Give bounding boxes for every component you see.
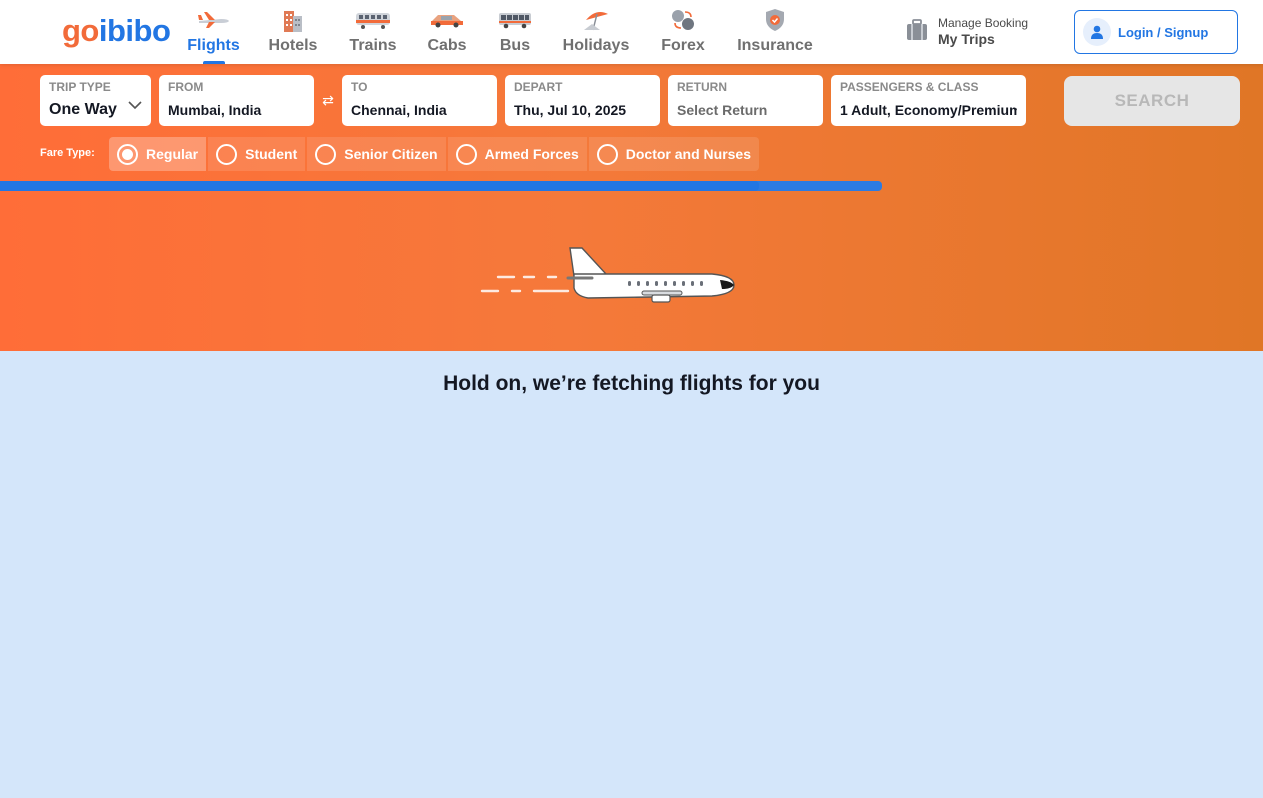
nav-hotels[interactable]: Hotels (251, 0, 335, 64)
radio-icon (455, 143, 477, 165)
holiday-icon (578, 6, 614, 34)
radio-icon (315, 143, 337, 165)
nav-trains[interactable]: Trains (335, 0, 411, 64)
fare-option-student[interactable]: Student (208, 137, 306, 171)
chevron-down-icon (128, 97, 142, 115)
goibibo-logo[interactable]: goibibo (62, 13, 171, 49)
nav-forex[interactable]: Forex (645, 0, 721, 64)
radio-selected-icon (117, 143, 138, 165)
search-hero: TRIP TYPE One Way FROM Mumbai, India ⇄ T… (0, 64, 1263, 351)
loading-progress-fill (0, 181, 759, 191)
fare-type-label: Fare Type: (40, 147, 95, 159)
airplane-illustration-icon (478, 244, 740, 313)
flight-icon (196, 6, 232, 34)
loading-progress-bar (0, 181, 882, 191)
manage-booking-link[interactable]: Manage Booking My Trips (905, 16, 1028, 48)
fare-option-senior-citizen[interactable]: Senior Citizen (307, 137, 446, 171)
briefcase-icon (905, 18, 929, 47)
from-city-field[interactable]: FROM Mumbai, India (159, 75, 314, 126)
trip-type-select[interactable]: TRIP TYPE One Way (40, 75, 151, 126)
insurance-shield-icon (757, 6, 793, 34)
login-signup-button[interactable]: Login / Signup (1074, 10, 1238, 54)
nav-bus[interactable]: Bus (483, 0, 547, 64)
main-nav: Flights Hotels Trains Cabs Bus Holidays … (176, 0, 829, 64)
hotel-icon (275, 6, 311, 34)
nav-insurance[interactable]: Insurance (721, 0, 829, 64)
nav-cabs[interactable]: Cabs (411, 0, 483, 64)
user-avatar-icon (1083, 18, 1111, 46)
top-header: goibibo Flights Hotels Trains Cabs Bus H… (0, 0, 1263, 64)
fare-option-regular[interactable]: Regular (109, 137, 207, 171)
search-button[interactable]: SEARCH (1064, 76, 1240, 126)
nav-holidays[interactable]: Holidays (547, 0, 645, 64)
radio-icon (216, 143, 238, 165)
depart-date-field[interactable]: DEPART Thu, Jul 10, 2025 (505, 75, 660, 126)
fare-option-doctor-nurses[interactable]: Doctor and Nurses (588, 137, 759, 171)
swap-cities-icon[interactable]: ⇄ (319, 92, 337, 109)
cab-icon (429, 6, 465, 34)
train-icon (355, 6, 391, 34)
to-city-field[interactable]: TO Chennai, India (342, 75, 497, 126)
return-date-field[interactable]: RETURN Select Return (668, 75, 823, 126)
fare-option-armed-forces[interactable]: Armed Forces (447, 137, 587, 171)
passengers-class-field[interactable]: PASSENGERS & CLASS 1 Adult, Economy/Prem… (831, 75, 1026, 126)
nav-flights[interactable]: Flights (176, 0, 251, 64)
bus-icon (497, 6, 533, 34)
forex-icon (665, 6, 701, 34)
radio-icon (596, 143, 618, 165)
loading-message: Hold on, we’re fetching flights for you (443, 372, 820, 395)
fare-type-options: Regular Student Senior Citizen Armed For… (109, 137, 759, 171)
